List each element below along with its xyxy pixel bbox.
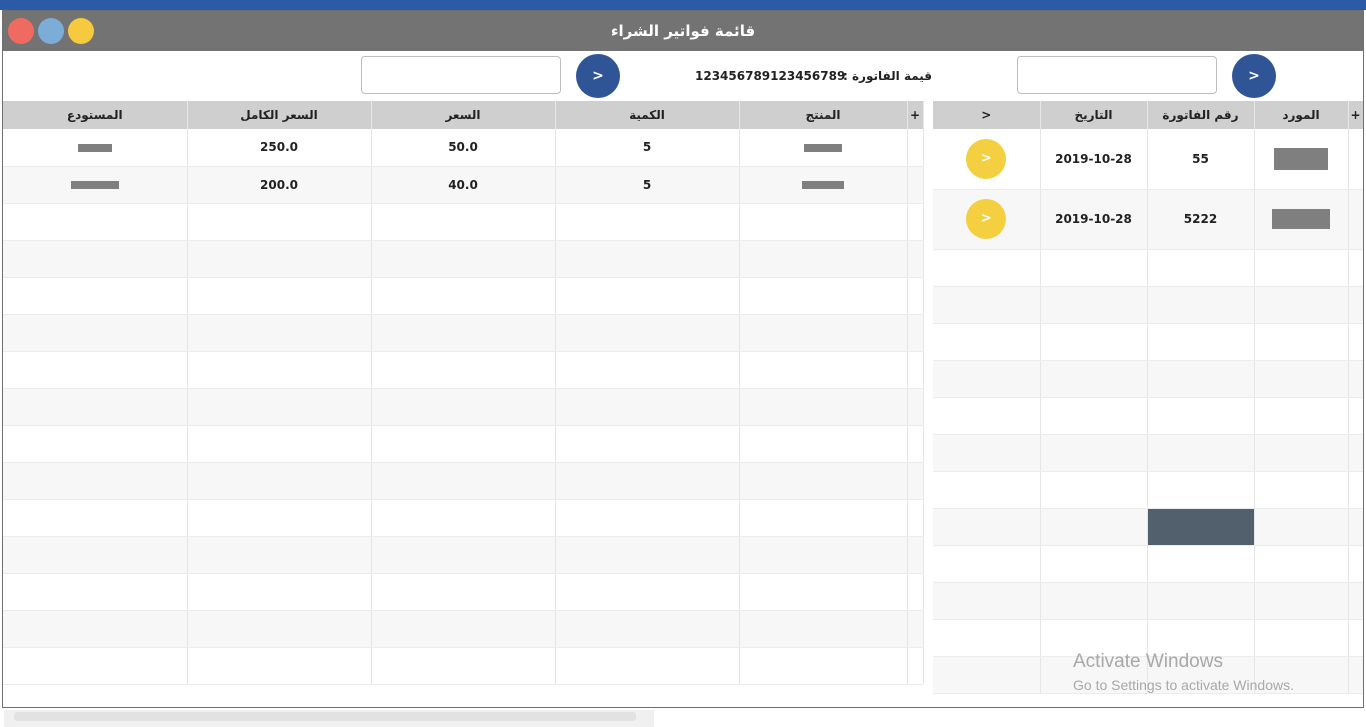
- open-cell: >: [933, 129, 1041, 190]
- warehouse-cell: [3, 166, 188, 204]
- table-row[interactable]: > 2019-10-28 55: [933, 129, 1363, 190]
- invoice-details-table: المستودع السعر الكامل السعر الكمية المنت…: [3, 101, 924, 685]
- selected-cell[interactable]: [1147, 508, 1255, 546]
- table-row[interactable]: [3, 610, 924, 648]
- table-row[interactable]: [933, 545, 1363, 583]
- table-row[interactable]: [3, 425, 924, 463]
- table-row[interactable]: [3, 647, 924, 685]
- invoice-number-cell: 5222: [1147, 189, 1255, 250]
- redacted-text: [804, 143, 842, 152]
- price-cell: 40.0: [371, 166, 556, 204]
- table-row[interactable]: [933, 434, 1363, 472]
- date-cell: 2019-10-28: [1040, 129, 1148, 190]
- window-title: قائمة فواتير الشراء: [610, 22, 756, 40]
- desktop-top-strip: [0, 0, 1366, 10]
- details-search-input[interactable]: [361, 56, 561, 94]
- redacted-text: [1272, 209, 1330, 229]
- supplier-cell: [1254, 189, 1349, 250]
- redacted-text: [1274, 147, 1328, 170]
- table-row[interactable]: [3, 314, 924, 352]
- redacted-text: [802, 181, 844, 189]
- table-row[interactable]: [3, 573, 924, 611]
- table-row[interactable]: [933, 360, 1363, 398]
- activation-watermark-subtitle: Go to Settings to activate Windows.: [1073, 677, 1294, 693]
- redacted-text: [77, 143, 112, 152]
- table-row[interactable]: [933, 286, 1363, 324]
- table-row[interactable]: [933, 508, 1363, 546]
- table-row[interactable]: [933, 323, 1363, 361]
- quantity-cell: 5: [555, 129, 740, 167]
- table-row[interactable]: [933, 582, 1363, 620]
- invoice-amount-label: قيمة الفاتورة :: [843, 69, 933, 83]
- invoice-number-cell: 55: [1147, 129, 1255, 190]
- activation-watermark-title: Activate Windows: [1073, 651, 1223, 672]
- table-row[interactable]: > 2019-10-28 5222: [933, 189, 1363, 250]
- header-supplier[interactable]: المورد: [1254, 101, 1349, 129]
- table-row[interactable]: [3, 203, 924, 241]
- header-total-price[interactable]: السعر الكامل: [187, 101, 372, 129]
- header-price[interactable]: السعر: [371, 101, 556, 129]
- header-quantity[interactable]: الكمية: [555, 101, 740, 129]
- invoices-table: > التاريخ رقم الفاتورة المورد + > 2019-1…: [933, 101, 1363, 694]
- table-row[interactable]: [933, 471, 1363, 509]
- header-date[interactable]: التاريخ: [1040, 101, 1148, 129]
- open-invoice-button[interactable]: >: [966, 138, 1007, 179]
- invoices-search-input[interactable]: [1017, 56, 1217, 94]
- table-row[interactable]: [3, 499, 924, 537]
- redacted-text: [70, 181, 119, 189]
- header-add-column[interactable]: +: [1348, 101, 1363, 129]
- table-row[interactable]: [3, 277, 924, 315]
- quantity-cell: 5: [555, 166, 740, 204]
- table-row[interactable]: [3, 462, 924, 500]
- open-cell: >: [933, 189, 1041, 250]
- table-row[interactable]: [3, 351, 924, 389]
- scrollbar-thumb[interactable]: [14, 712, 636, 721]
- price-cell: 50.0: [371, 129, 556, 167]
- supplier-cell: [1254, 129, 1349, 190]
- invoices-next-button[interactable]: >: [1232, 54, 1276, 98]
- details-next-button[interactable]: >: [576, 54, 620, 98]
- product-cell: [739, 166, 908, 204]
- purchase-invoices-window: قائمة فواتير الشراء > 123456789123456789…: [2, 10, 1364, 708]
- header-add-column[interactable]: +: [907, 101, 924, 129]
- table-row[interactable]: [3, 536, 924, 574]
- total-price-cell: 200.0: [187, 166, 372, 204]
- header-warehouse[interactable]: المستودع: [3, 101, 188, 129]
- invoice-amount-value: 123456789123456789: [695, 69, 846, 83]
- open-invoice-button[interactable]: >: [966, 199, 1007, 239]
- product-cell: [739, 129, 908, 167]
- horizontal-scrollbar[interactable]: [4, 710, 654, 727]
- title-bar[interactable]: قائمة فواتير الشراء: [3, 11, 1363, 51]
- date-cell: 2019-10-28: [1040, 189, 1148, 250]
- header-invoice-number[interactable]: رقم الفاتورة: [1147, 101, 1255, 129]
- table-row[interactable]: [933, 397, 1363, 435]
- table-row[interactable]: [3, 388, 924, 426]
- table-row[interactable]: 200.0 40.0 5: [3, 166, 924, 204]
- table-row[interactable]: [933, 249, 1363, 287]
- header-open[interactable]: >: [933, 101, 1041, 129]
- table-row[interactable]: [3, 240, 924, 278]
- table-row[interactable]: 250.0 50.0 5: [3, 129, 924, 167]
- total-price-cell: 250.0: [187, 129, 372, 167]
- warehouse-cell: [3, 129, 188, 167]
- header-product[interactable]: المنتج: [739, 101, 908, 129]
